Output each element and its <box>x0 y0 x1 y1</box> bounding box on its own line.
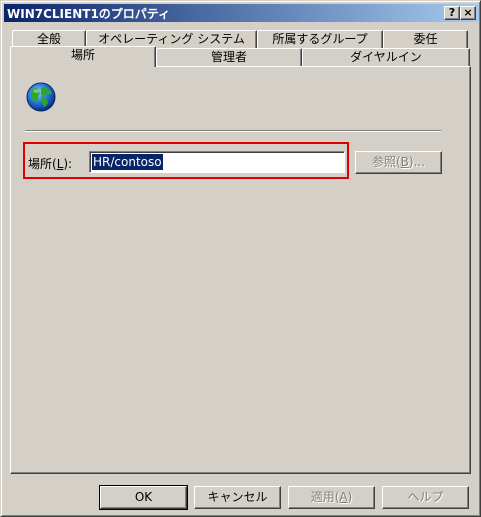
tab-delegation[interactable]: 委任 <box>383 30 468 48</box>
ok-button[interactable]: OK <box>99 485 188 510</box>
tab-location[interactable]: 場所 <box>10 46 156 67</box>
location-label: 場所(L): <box>28 157 73 171</box>
location-value: HR/contoso <box>92 154 163 170</box>
close-button[interactable]: × <box>460 6 476 20</box>
help-title-button[interactable]: ? <box>444 6 460 20</box>
tab-member-of[interactable]: 所属するグループ <box>257 30 383 48</box>
tab-managed-by[interactable]: 管理者 <box>156 48 302 66</box>
tab-panel-location <box>10 66 471 474</box>
tab-dial-in[interactable]: ダイヤルイン <box>302 48 470 66</box>
title-bar[interactable]: WIN7CLIENT1のプロパティ ? × <box>4 4 479 22</box>
window-title: WIN7CLIENT1のプロパティ <box>7 7 171 21</box>
help-button[interactable]: ヘルプ <box>382 486 469 509</box>
separator <box>25 130 441 132</box>
browse-button[interactable]: 参照(B)... <box>355 151 442 174</box>
apply-button[interactable]: 適用(A) <box>288 486 375 509</box>
cancel-button[interactable]: キャンセル <box>194 486 281 509</box>
location-input[interactable]: HR/contoso <box>89 151 345 173</box>
globe-icon <box>26 82 56 112</box>
